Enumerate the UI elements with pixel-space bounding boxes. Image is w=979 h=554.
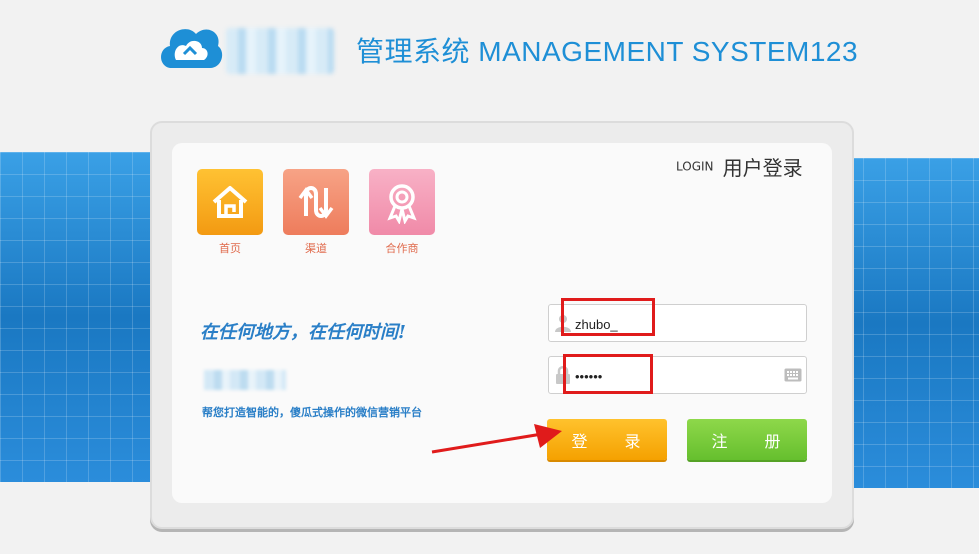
brand-name-obscured (226, 28, 334, 74)
tile-partner[interactable] (369, 169, 435, 235)
tagline: 帮您打造智能的，傻瓜式操作的微信营销平台 (202, 406, 422, 419)
tile-channel[interactable] (283, 169, 349, 235)
slogan: 在任何地方，在任何时间! (200, 322, 406, 343)
brand-subtitle-obscured (204, 370, 286, 390)
login-heading: LOGIN 用户登录 (676, 152, 803, 181)
tile-home-label: 首页 (219, 242, 241, 255)
highlight-password (563, 354, 653, 394)
tile-home[interactable] (197, 169, 263, 235)
annotation-arrow-icon (431, 424, 562, 454)
keyboard-icon[interactable] (784, 368, 802, 382)
system-title: 管理系统 MANAGEMENT SYSTEM123 (356, 36, 859, 67)
badge-ribbon-icon (387, 184, 417, 224)
channel-arrows-icon (298, 186, 334, 219)
tile-partner-label: 合作商 (385, 242, 419, 255)
tile-channel-label: 渠道 (305, 242, 327, 255)
login-heading-cn: 用户登录 (722, 156, 803, 180)
home-icon (212, 186, 248, 218)
highlight-username (561, 298, 655, 336)
login-heading-en: LOGIN (676, 159, 714, 174)
background-grid-left (0, 152, 160, 482)
register-button[interactable]: 注 册 (687, 419, 807, 460)
cloud-logo-icon (161, 29, 223, 68)
login-button[interactable]: 登 录 (547, 419, 667, 460)
